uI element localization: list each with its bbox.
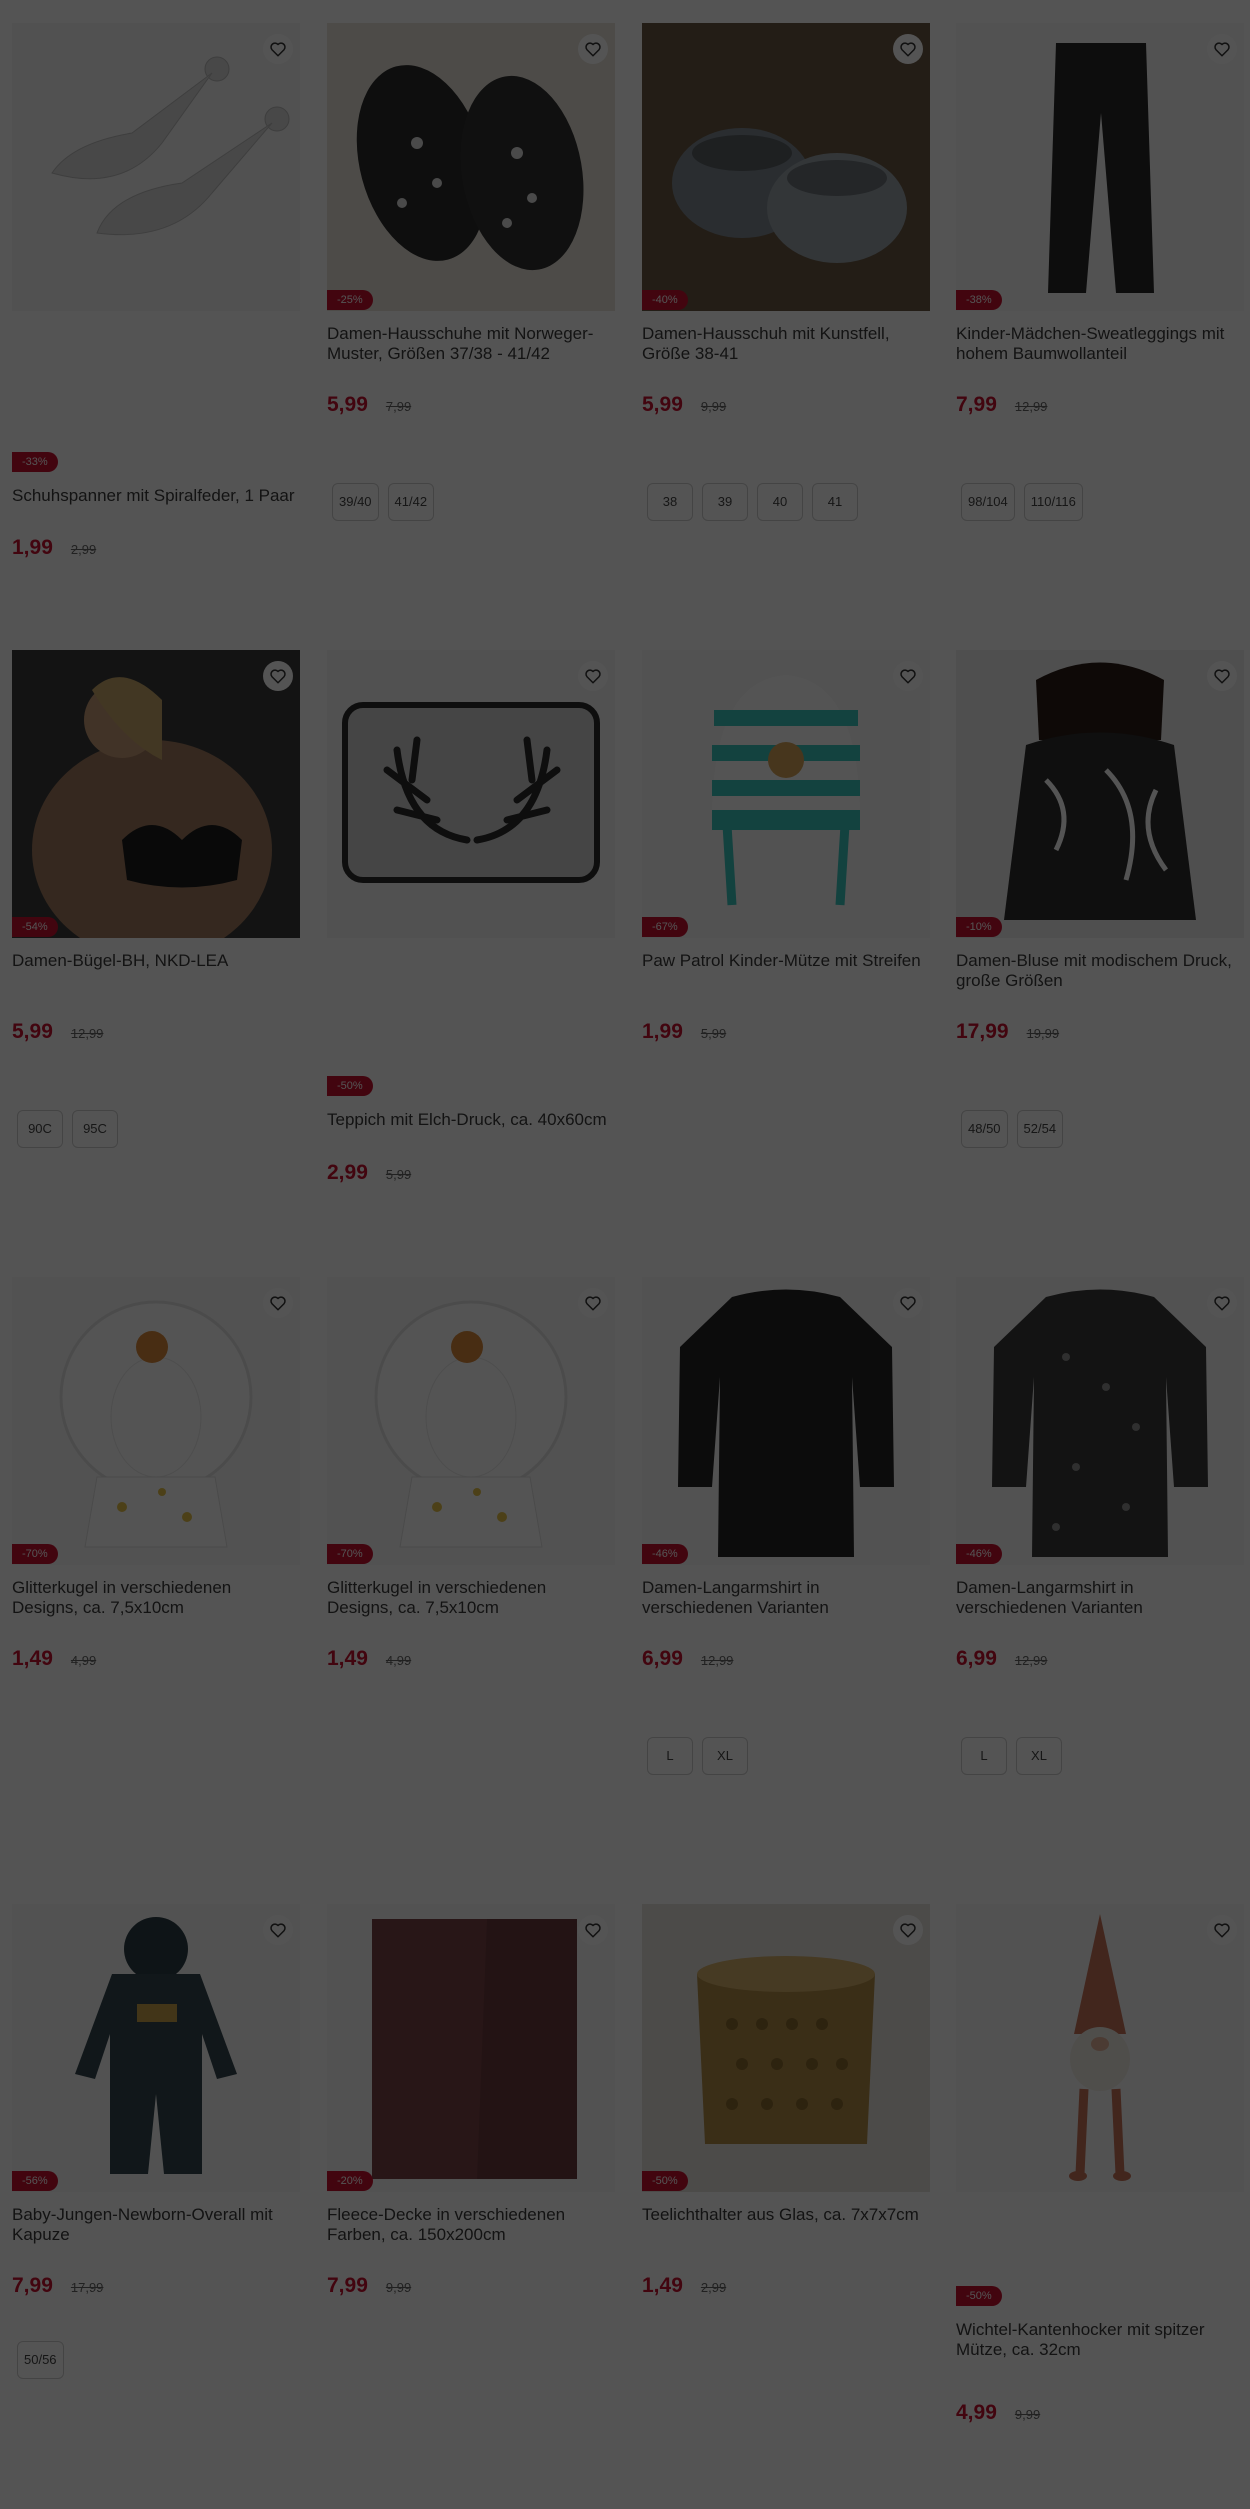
modal-overlay[interactable] [0,0,1250,2509]
